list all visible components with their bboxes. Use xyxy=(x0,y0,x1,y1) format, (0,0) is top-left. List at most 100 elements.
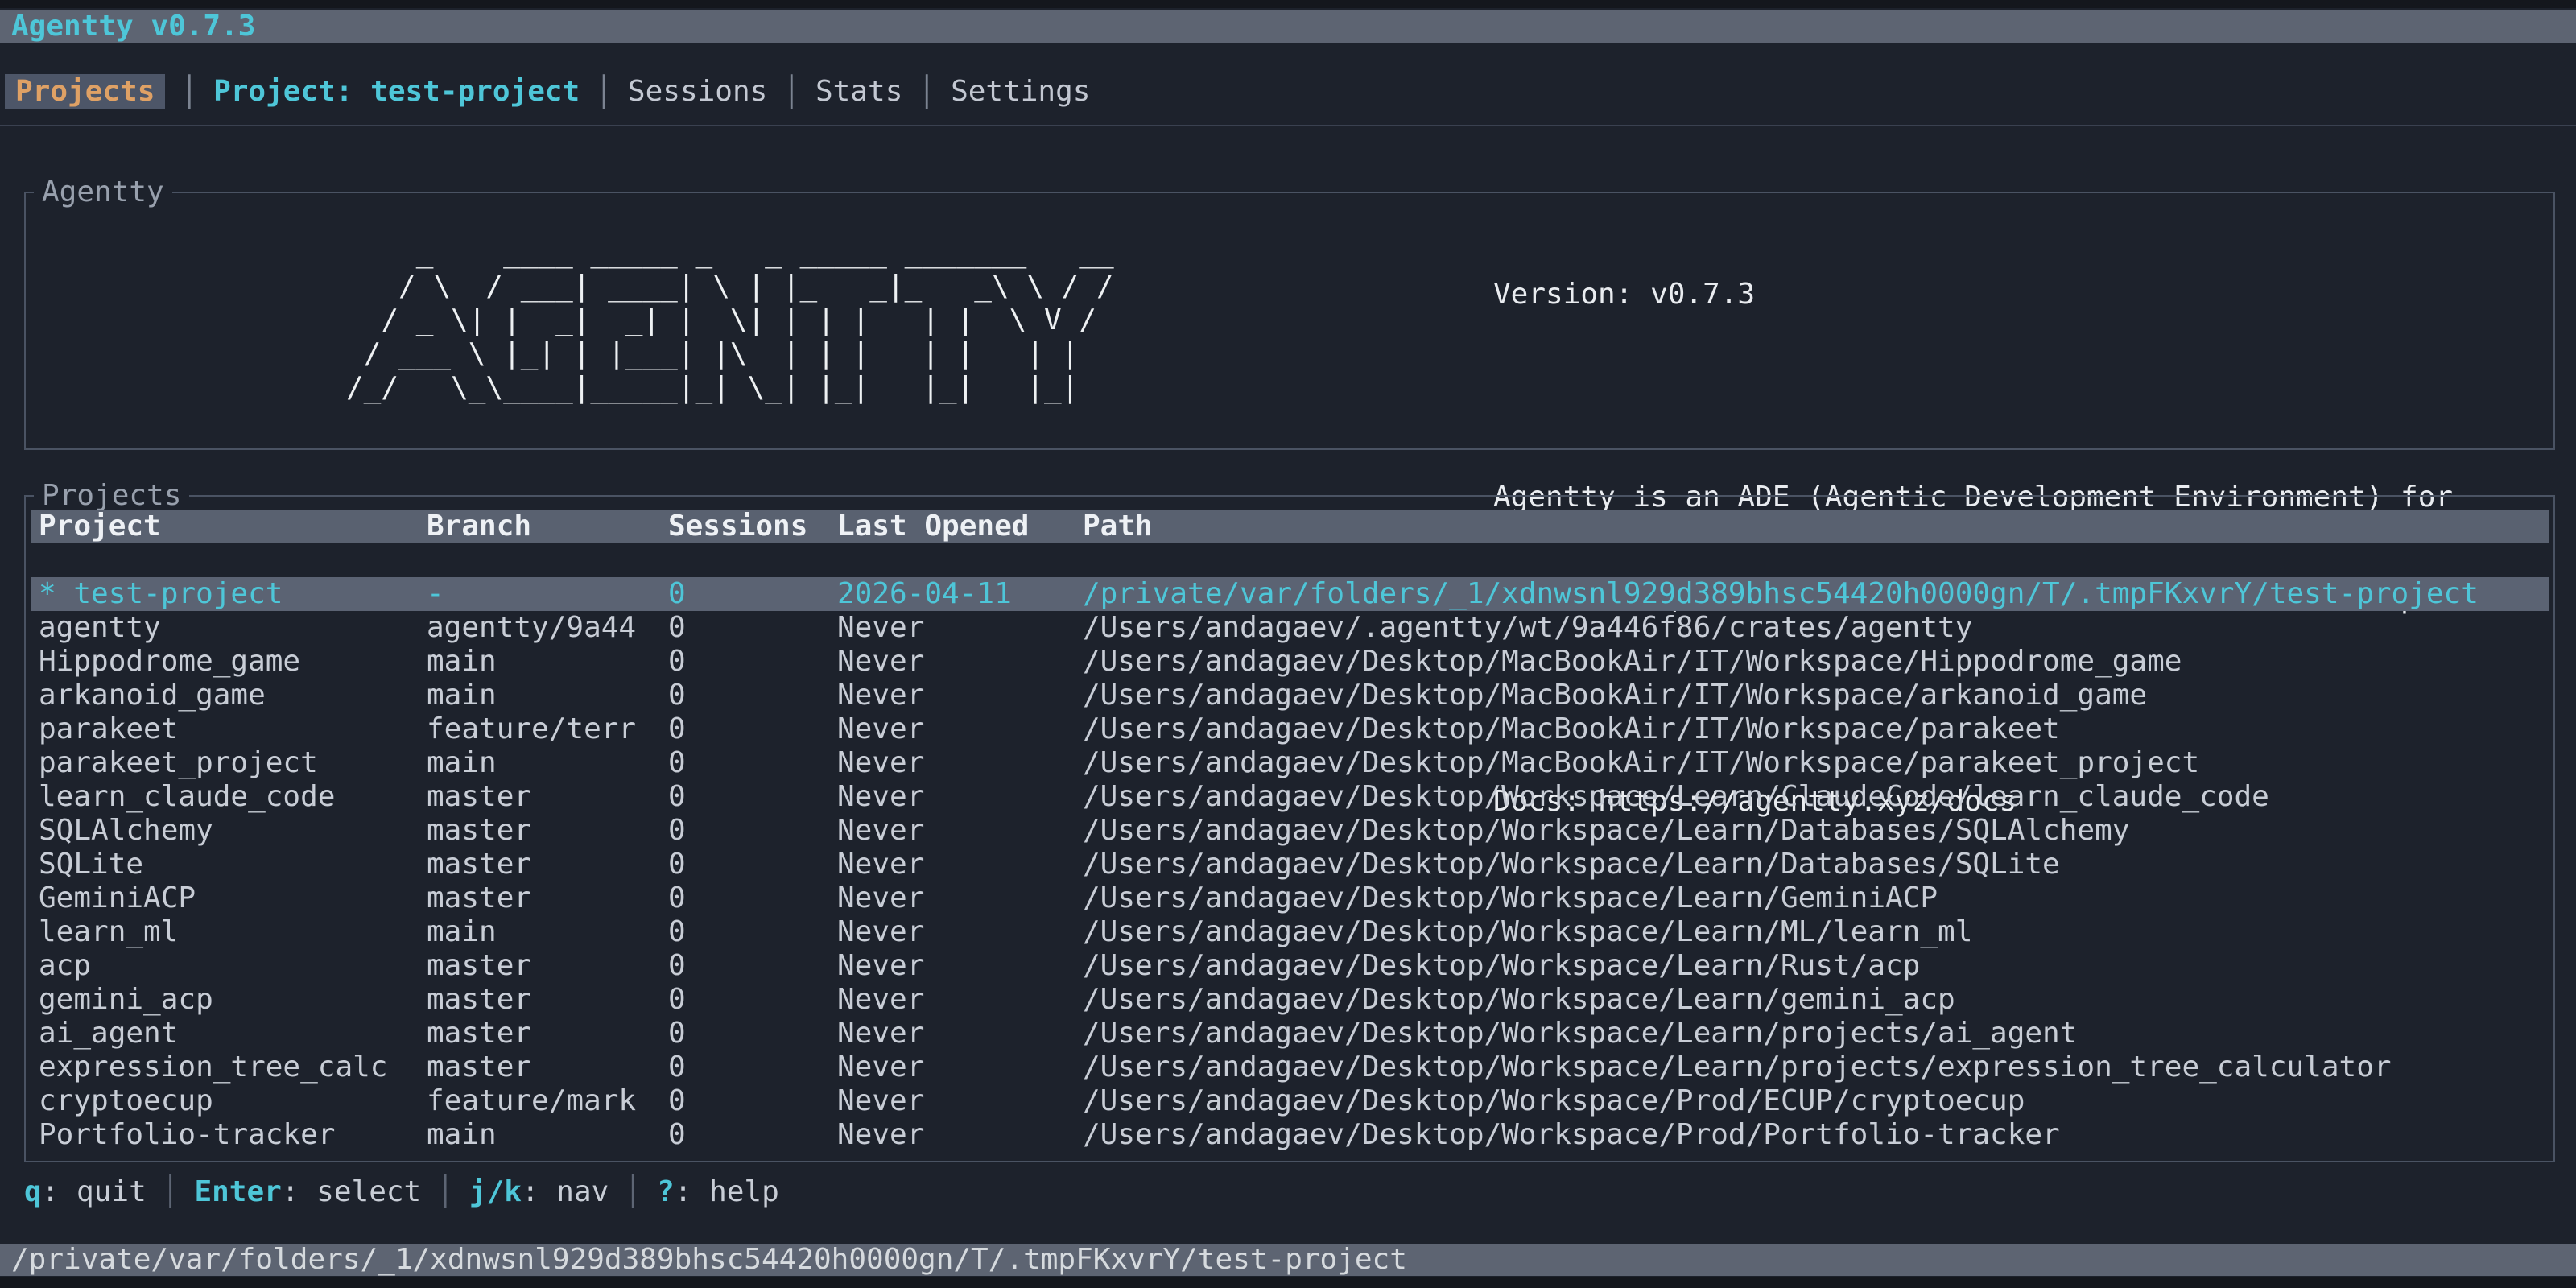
cell-branch: main xyxy=(427,679,497,712)
cell-last-opened: Never xyxy=(837,1084,924,1118)
tab-stats[interactable]: Stats xyxy=(815,74,902,109)
cell-last-opened: Never xyxy=(837,1118,924,1152)
cell-sessions: 0 xyxy=(668,1017,686,1051)
table-row[interactable]: cryptoecupfeature/mark0Never/Users/andag… xyxy=(31,1084,2549,1118)
cell-last-opened: Never xyxy=(837,712,924,746)
column-header-branch: Branch xyxy=(427,510,531,543)
cell-sessions: 0 xyxy=(668,645,686,679)
cell-project: agentty xyxy=(39,611,161,645)
cell-path: /Users/andagaev/Desktop/Workspace/Learn/… xyxy=(1083,881,1938,915)
table-row[interactable]: gemini_acp master 0 Never/Users/andagaev/De… xyxy=(31,983,2549,1017)
help-label-quit: quit xyxy=(42,1175,147,1209)
cell-path: /Users/andagaev/Desktop/Workspace/Learn/… xyxy=(1083,1051,2392,1084)
cell-last-opened: Never xyxy=(837,814,924,848)
help-label-nav: nav xyxy=(522,1175,609,1209)
help-key-help: ? xyxy=(657,1175,675,1209)
cell-path: /Users/andagaev/Desktop/Workspace/Learn/… xyxy=(1083,949,1920,983)
help-bar: qquit │ Enterselect │ j/knav │ ?help xyxy=(24,1175,779,1209)
help-label-help: help xyxy=(675,1175,779,1209)
cell-last-opened: Never xyxy=(837,611,924,645)
cell-path: /Users/andagaev/Desktop/MacBookAir/IT/Wo… xyxy=(1083,645,2182,679)
tab-separator: │ xyxy=(180,76,198,109)
status-bar: /private/var/folders/_1/xdnwsnl929d389bh… xyxy=(0,1244,2576,1276)
column-header-project: Project xyxy=(39,510,161,543)
cell-project: arkanoid_game xyxy=(39,679,266,712)
cell-branch: main xyxy=(427,746,497,780)
table-row[interactable]: learn_mlmain0Never/Users/andagaev/Deskto… xyxy=(31,915,2549,949)
table-row-selected[interactable]: * test-project-02026-04-11/private/var/f… xyxy=(31,577,2549,611)
cell-last-opened: Never xyxy=(837,848,924,881)
tab-separator: │ xyxy=(782,76,800,109)
tab-separator: │ xyxy=(918,76,935,109)
table-row[interactable]: arkanoid_gamemain0Never/Users/andagaev/D… xyxy=(31,679,2549,712)
table-body: * test-project-02026-04-11/private/var/f… xyxy=(31,577,2549,1152)
cell-branch: master xyxy=(427,814,531,848)
cell-last-opened: Never xyxy=(837,881,924,915)
cell-project: expression_tree_calc xyxy=(39,1051,387,1084)
table-row[interactable]: acpmaster0Never/Users/andagaev/Desktop/W… xyxy=(31,949,2549,983)
cell-last-opened: Never xyxy=(837,780,924,814)
table-row[interactable]: Hippodrome_gamemain0Never/Users/andagaev… xyxy=(31,645,2549,679)
version-line: Version: v0.7.3 xyxy=(1493,278,2505,312)
table-row[interactable]: expression_tree_calcmaster0Never/Users/a… xyxy=(31,1051,2549,1084)
cell-sessions: 0 xyxy=(668,1118,686,1152)
cell-project: Portfolio-tracker xyxy=(39,1118,335,1152)
cell-sessions: 0 xyxy=(668,983,686,1017)
cell-branch: master xyxy=(427,848,531,881)
cell-path: /private/var/folders/_1/xdnwsnl929d389bh… xyxy=(1083,577,2479,611)
header-divider xyxy=(0,125,2576,126)
cell-path: /Users/andagaev/Desktop/Workspace/Learn/… xyxy=(1083,1017,2077,1051)
tab-projects[interactable]: Projects xyxy=(5,74,165,109)
cell-sessions: 0 xyxy=(668,712,686,746)
tab-project-current[interactable]: Project: test-project xyxy=(213,74,580,109)
about-box: Agentty _ ____ _____ _ _ _____ _______ _… xyxy=(24,192,2555,450)
column-header-sessions: Sessions xyxy=(668,510,807,543)
cell-last-opened: Never xyxy=(837,1017,924,1051)
cell-sessions: 0 xyxy=(668,915,686,949)
cell-path: /Users/andagaev/Desktop/MacBookAir/IT/Wo… xyxy=(1083,746,2199,780)
projects-box-title: Projects xyxy=(34,478,189,514)
cell-last-opened: Never xyxy=(837,983,924,1017)
cell-project: Hippodrome_game xyxy=(39,645,300,679)
help-separator: │ xyxy=(624,1175,642,1209)
cell-project: * test-project xyxy=(39,577,283,611)
projects-box: Projects Project Branch Sessions Last Op… xyxy=(24,495,2555,1162)
cell-branch: main xyxy=(427,1118,497,1152)
tab-settings[interactable]: Settings xyxy=(951,74,1090,109)
cell-project: ai_agent xyxy=(39,1017,178,1051)
cell-path: /Users/andagaev/Desktop/Workspace/Learn/… xyxy=(1083,983,1955,1017)
cell-last-opened: Never xyxy=(837,679,924,712)
cell-sessions: 0 xyxy=(668,780,686,814)
cell-sessions: 0 xyxy=(668,1051,686,1084)
cell-last-opened: Never xyxy=(837,1051,924,1084)
table-row[interactable]: ai_agentmaster0Never/Users/andagaev/Desk… xyxy=(31,1017,2549,1051)
cell-branch: master xyxy=(427,983,531,1017)
cell-last-opened: Never xyxy=(837,645,924,679)
cell-project: parakeet_project xyxy=(39,746,318,780)
table-row[interactable]: SQLAlchemymaster0Never/Users/andagaev/De… xyxy=(31,814,2549,848)
tab-bar: Projects │ Project: test-project │ Sessi… xyxy=(5,74,1090,109)
ascii-logo: _ ____ _____ _ _ _____ _______ __ / \ / … xyxy=(346,236,1114,405)
help-separator: │ xyxy=(436,1175,454,1209)
column-header-last-opened: Last Opened xyxy=(837,510,1029,543)
table-row[interactable]: GeminiACPmaster0Never/Users/andagaev/Des… xyxy=(31,881,2549,915)
table-row[interactable]: SQLitemaster0Never/Users/andagaev/Deskto… xyxy=(31,848,2549,881)
title-bar: Agentty v0.7.3 xyxy=(0,10,2576,43)
cell-project: gemini_acp xyxy=(39,983,213,1017)
cell-sessions: 0 xyxy=(668,611,686,645)
cell-branch: feature/mark xyxy=(427,1084,636,1118)
cell-sessions: 0 xyxy=(668,848,686,881)
cell-branch: main xyxy=(427,915,497,949)
tab-sessions[interactable]: Sessions xyxy=(628,74,767,109)
table-row[interactable]: parakeet_projectmain0Never/Users/andagae… xyxy=(31,746,2549,780)
table-row[interactable]: agenttyagentty/9a440Never/Users/andagaev… xyxy=(31,611,2549,645)
table-row[interactable]: Portfolio-tracker main 0 Never/Users/andaga… xyxy=(31,1118,2549,1152)
tab-separator: │ xyxy=(595,76,613,109)
table-row[interactable]: learn_claude_codemaster0Never/Users/anda… xyxy=(31,780,2549,814)
cell-path: /Users/andagaev/Desktop/Workspace/Prod/P… xyxy=(1083,1118,2060,1152)
cell-path: /Users/andagaev/Desktop/Workspace/Learn/… xyxy=(1083,780,2269,814)
help-key-nav: j/k xyxy=(469,1175,522,1209)
table-row[interactable]: parakeetfeature/terr0Never/Users/andagae… xyxy=(31,712,2549,746)
cell-project: learn_claude_code xyxy=(39,780,335,814)
status-path: /private/var/folders/_1/xdnwsnl929d389bh… xyxy=(0,1243,1407,1276)
